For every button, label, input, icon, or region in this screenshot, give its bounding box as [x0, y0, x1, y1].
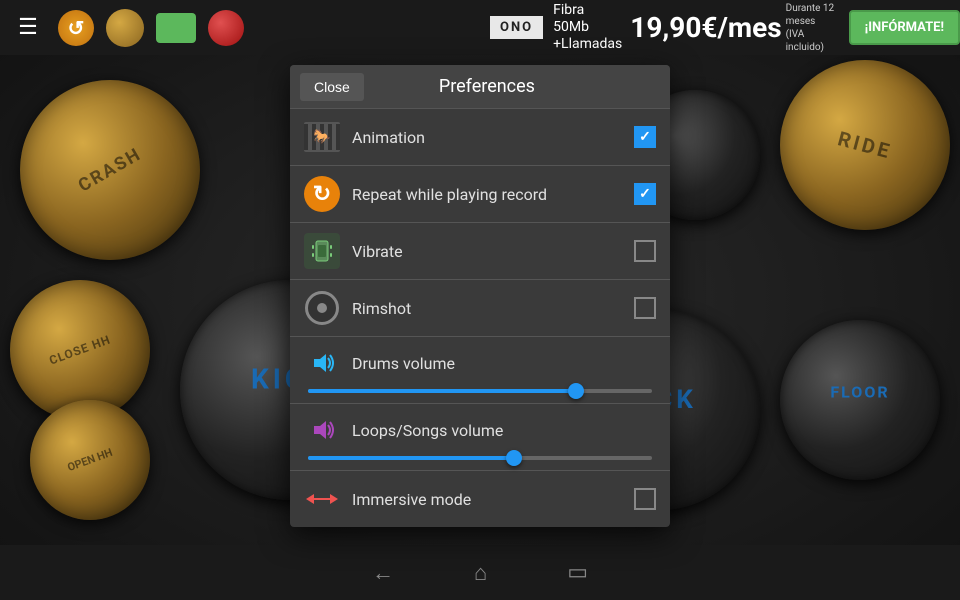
close-button[interactable]: Close: [300, 73, 364, 101]
metronome-icon[interactable]: [106, 9, 144, 47]
immersive-label: Immersive mode: [352, 490, 634, 509]
repeat-icon: ↻: [304, 176, 340, 212]
drums-volume-track[interactable]: [308, 389, 652, 393]
drums-volume-label: Drums volume: [352, 354, 656, 373]
animation-row[interactable]: 🐎 Animation: [290, 109, 670, 166]
loops-volume-icon: [304, 412, 340, 448]
loops-volume-row: Loops/Songs volume: [290, 404, 670, 471]
repeat-row[interactable]: ↻ Repeat while playing record: [290, 166, 670, 223]
ad-price: 19,90€/mes: [630, 11, 781, 44]
preferences-overlay: Close Preferences 🐎 Animation ↻ Repeat w…: [0, 55, 960, 545]
preferences-header: Close Preferences: [290, 65, 670, 109]
toolbar: ☰ ↺ ONO Fibra 50Mb +Llamadas 19,90€/mes …: [0, 0, 960, 55]
vibrate-row[interactable]: Vibrate: [290, 223, 670, 280]
back-button[interactable]: ←: [372, 560, 394, 586]
immersive-row[interactable]: Immersive mode: [290, 471, 670, 527]
repeat-checkbox[interactable]: [634, 183, 656, 205]
animation-label: Animation: [352, 128, 634, 147]
rimshot-label: Rimshot: [352, 299, 634, 318]
vibrate-label: Vibrate: [352, 242, 634, 261]
ad-banner: ONO Fibra 50Mb +Llamadas 19,90€/mes Dura…: [480, 0, 960, 55]
record-button[interactable]: [208, 10, 244, 46]
rimshot-icon: [304, 290, 340, 326]
preferences-title: Preferences: [374, 76, 600, 97]
vibrate-checkbox[interactable]: [634, 240, 656, 262]
drums-volume-thumb[interactable]: [568, 383, 584, 399]
ad-cta-button[interactable]: ¡INFÓRMATE!: [849, 10, 960, 45]
ad-text: Fibra 50Mb +Llamadas: [553, 2, 622, 52]
drums-volume-fill: [308, 389, 576, 393]
repeat-label: Repeat while playing record: [352, 185, 634, 204]
loops-volume-track[interactable]: [308, 456, 652, 460]
drums-volume-icon: [304, 345, 340, 381]
immersive-checkbox[interactable]: [634, 488, 656, 510]
loops-volume-thumb[interactable]: [506, 450, 522, 466]
bottom-navigation: ← ⌂ ▭: [0, 545, 960, 600]
animation-icon: 🐎: [304, 119, 340, 155]
vibrate-icon: [304, 233, 340, 269]
rimshot-row[interactable]: Rimshot: [290, 280, 670, 337]
loops-volume-label: Loops/Songs volume: [352, 421, 656, 440]
drums-volume-row: Drums volume: [290, 337, 670, 404]
animation-checkbox[interactable]: [634, 126, 656, 148]
green-button[interactable]: [156, 13, 196, 43]
rimshot-checkbox[interactable]: [634, 297, 656, 319]
menu-icon[interactable]: ☰: [10, 10, 46, 46]
ad-logo: ONO: [490, 16, 543, 39]
immersive-icon: [304, 481, 340, 517]
home-button[interactable]: ⌂: [474, 560, 487, 586]
ad-footnote: Durante 12 meses (IVA incluido): [786, 2, 839, 54]
sync-icon[interactable]: ↺: [58, 10, 94, 46]
recent-button[interactable]: ▭: [567, 560, 588, 585]
loops-volume-fill: [308, 456, 514, 460]
preferences-dialog: Close Preferences 🐎 Animation ↻ Repeat w…: [290, 65, 670, 527]
